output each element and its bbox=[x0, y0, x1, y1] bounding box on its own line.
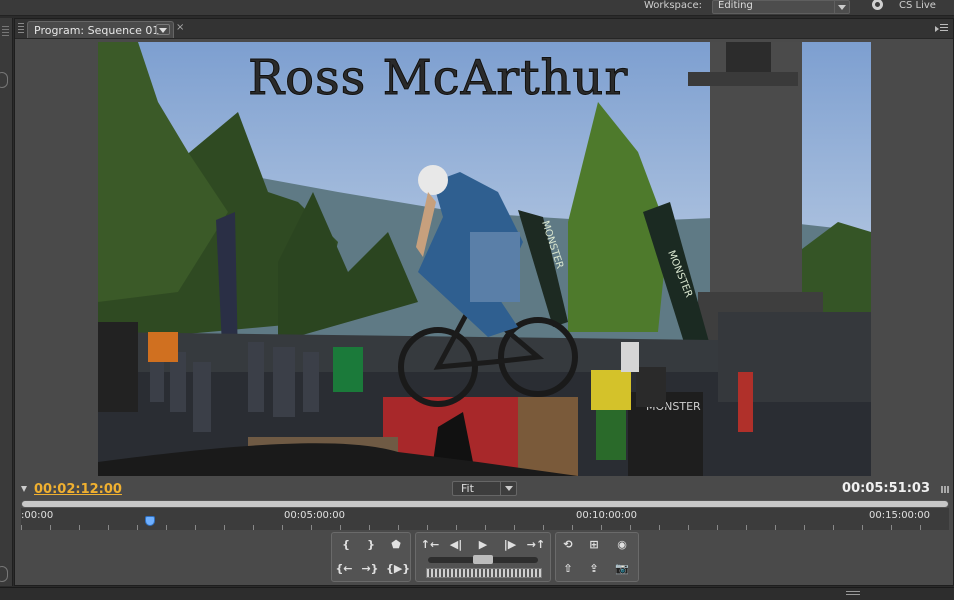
extract-button[interactable]: ⇪ bbox=[584, 560, 604, 578]
time-ruler[interactable]: :00:00 00:05:00:00 00:10:00:00 00:15:00:… bbox=[21, 508, 949, 530]
mark-in-button[interactable]: { bbox=[336, 536, 356, 554]
collapse-handle-icon[interactable] bbox=[0, 566, 8, 582]
ruler-ticks bbox=[21, 525, 949, 530]
zoom-scroll-bar[interactable] bbox=[21, 500, 949, 508]
output-controls: ⟲ ⊞ ◉ ⇧ ⇪ 📷 bbox=[555, 532, 639, 582]
play-button[interactable]: ▶ bbox=[473, 536, 493, 554]
left-panel-strip bbox=[0, 18, 13, 586]
go-to-next-edit-button[interactable]: →↑ bbox=[526, 536, 546, 554]
ruler-label: 00:15:00:00 bbox=[869, 510, 931, 521]
current-timecode[interactable]: 00:02:12:00 bbox=[34, 482, 122, 497]
add-marker-button[interactable]: ⬟ bbox=[386, 536, 406, 554]
grip-icon[interactable] bbox=[18, 23, 24, 34]
zoom-value: Fit bbox=[461, 482, 474, 495]
export-frame-button[interactable]: 📷 bbox=[612, 560, 632, 578]
step-forward-button[interactable]: |▶ bbox=[500, 536, 520, 554]
bottom-bar bbox=[0, 587, 954, 600]
grip-icon[interactable] bbox=[2, 26, 9, 38]
jog-knob[interactable] bbox=[473, 555, 493, 564]
cs-live-icon[interactable] bbox=[872, 0, 883, 10]
loop-button[interactable]: ⟲ bbox=[558, 536, 578, 554]
output-button[interactable]: ◉ bbox=[612, 536, 632, 554]
workspace-label: Workspace: bbox=[644, 0, 703, 11]
video-frame-image: MONSTER MONSTER MONSTER bbox=[98, 42, 871, 476]
playhead-icon[interactable] bbox=[145, 516, 155, 526]
zoom-select[interactable]: Fit bbox=[452, 481, 517, 496]
ruler-label: :00:00 bbox=[21, 510, 54, 521]
workspace-value: Editing bbox=[718, 0, 753, 11]
lift-button[interactable]: ⇧ bbox=[558, 560, 578, 578]
panel-tab-bar: Program: Sequence 01 × bbox=[15, 19, 953, 39]
tab-title: Program: Sequence 01 bbox=[34, 24, 160, 37]
tab-program-sequence[interactable]: Program: Sequence 01 bbox=[27, 21, 174, 38]
chevron-down-icon bbox=[834, 1, 849, 13]
settings-icon[interactable] bbox=[941, 486, 949, 493]
shuttle-control[interactable] bbox=[426, 568, 542, 578]
collapse-handle-icon[interactable] bbox=[0, 72, 8, 88]
program-video-frame[interactable]: MONSTER MONSTER MONSTER Ross McArthur bbox=[98, 42, 871, 476]
marker-controls: { } ⬟ {← →} {▶} bbox=[331, 532, 411, 582]
top-bar: Workspace: Editing CS Live bbox=[0, 0, 954, 16]
program-monitor-panel: Program: Sequence 01 × MONSTER MONSTER M… bbox=[14, 18, 954, 586]
sequence-dropdown-button[interactable] bbox=[156, 24, 170, 35]
step-back-button[interactable]: ◀| bbox=[446, 536, 466, 554]
chevron-down-icon bbox=[500, 482, 516, 495]
playback-controls: ↑← ◀| ▶ |▶ →↑ bbox=[415, 532, 551, 582]
go-to-previous-edit-button[interactable]: ↑← bbox=[420, 536, 440, 554]
grip-icon[interactable] bbox=[846, 591, 860, 597]
overlay-title-text: Ross McArthur bbox=[247, 50, 629, 107]
panel-menu-icon[interactable] bbox=[935, 23, 949, 33]
close-icon[interactable]: × bbox=[176, 22, 184, 33]
play-in-to-out-button[interactable]: {▶} bbox=[386, 560, 410, 578]
workspace-select[interactable]: Editing bbox=[712, 0, 850, 14]
mark-out-button[interactable]: } bbox=[361, 536, 381, 554]
ruler-label: 00:05:00:00 bbox=[284, 510, 346, 521]
cs-live-label[interactable]: CS Live bbox=[899, 0, 936, 11]
safe-margins-button[interactable]: ⊞ bbox=[584, 536, 604, 554]
duration-timecode: 00:05:51:03 bbox=[842, 481, 930, 496]
go-to-out-button[interactable]: →} bbox=[360, 560, 380, 578]
ruler-label: 00:10:00:00 bbox=[576, 510, 638, 521]
jog-slider[interactable] bbox=[428, 555, 538, 564]
go-to-in-button[interactable]: {← bbox=[334, 560, 354, 578]
timecode-marker-icon bbox=[21, 486, 27, 492]
